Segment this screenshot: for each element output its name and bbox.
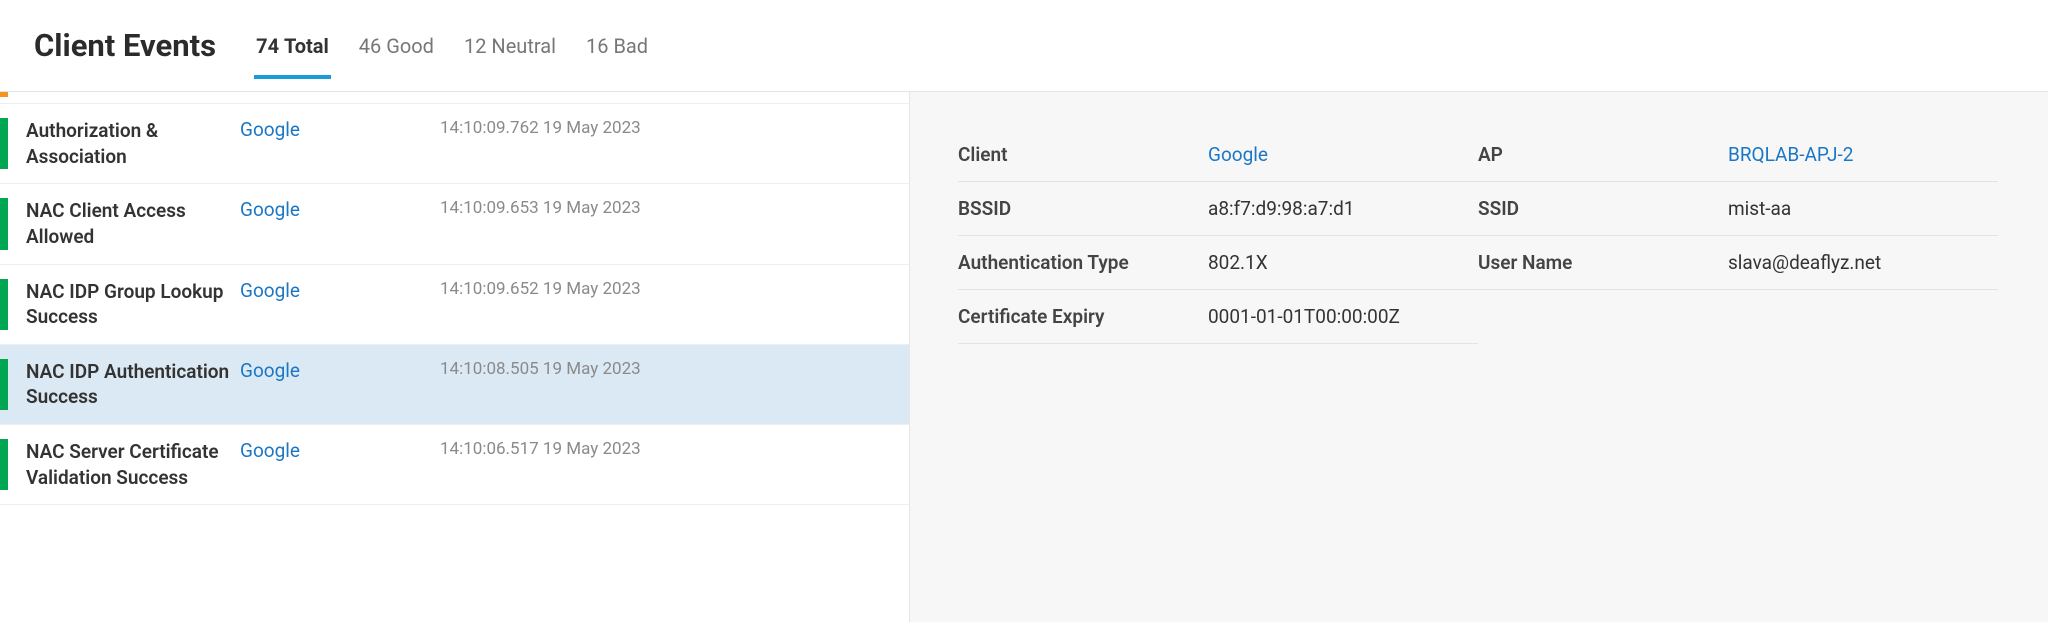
detail-value: mist-aa	[1728, 197, 1791, 220]
detail-label: BSSID	[958, 197, 1208, 220]
detail-value: 802.1X	[1208, 251, 1268, 274]
event-row[interactable]: NAC IDP Group Lookup Success Google 14:1…	[0, 265, 909, 345]
status-marker	[0, 92, 8, 97]
detail-row-ssid: SSID mist-aa	[1478, 182, 1998, 236]
event-timestamp: 14:10:09.762 19 May 2023	[440, 118, 641, 138]
event-name: NAC IDP Authentication Success	[26, 359, 240, 410]
detail-value-ap-link[interactable]: BRQLAB-APJ-2	[1728, 143, 1853, 166]
status-marker	[0, 198, 8, 249]
event-timestamp: 14:10:08.505 19 May 2023	[440, 359, 641, 379]
event-timestamp: 14:10:06.517 19 May 2023	[440, 439, 641, 459]
status-marker	[0, 279, 8, 330]
detail-value-client-link[interactable]: Google	[1208, 143, 1268, 166]
event-client-link[interactable]: Google	[240, 198, 440, 221]
detail-value: a8:f7:d9:98:a7:d1	[1208, 197, 1354, 220]
detail-row-cert-expiry: Certificate Expiry 0001-01-01T00:00:00Z	[958, 290, 1478, 344]
event-client-link[interactable]: Google	[240, 439, 440, 462]
event-client-link[interactable]: Google	[240, 118, 440, 141]
event-name: NAC Client Access Allowed	[26, 198, 240, 249]
event-row-selected[interactable]: NAC IDP Authentication Success Google 14…	[0, 345, 909, 425]
tab-total-label: Total	[284, 34, 329, 58]
header: Client Events 74 Total 46 Good 12 Neutra…	[0, 0, 2048, 92]
detail-value: slava@deaflyz.net	[1728, 251, 1881, 274]
event-timestamp: 14:10:09.652 19 May 2023	[440, 279, 641, 299]
event-row-partial[interactable]	[0, 92, 909, 104]
event-name: Authorization & Association	[26, 118, 240, 169]
tab-neutral-label: Neutral	[491, 34, 556, 58]
event-name: NAC Server Certificate Validation Succes…	[26, 439, 240, 490]
detail-row-bssid: BSSID a8:f7:d9:98:a7:d1	[958, 182, 1478, 236]
tab-neutral[interactable]: 12 Neutral	[462, 12, 558, 79]
tab-bad-label: Bad	[613, 34, 648, 58]
page-title: Client Events	[34, 27, 216, 64]
event-row[interactable]: NAC Server Certificate Validation Succes…	[0, 425, 909, 505]
event-timestamp: 14:10:09.653 19 May 2023	[440, 198, 641, 218]
detail-value: 0001-01-01T00:00:00Z	[1208, 305, 1400, 328]
event-list: Authorization & Association Google 14:10…	[0, 92, 910, 622]
detail-row-ap: AP BRQLAB-APJ-2	[1478, 128, 1998, 182]
detail-panel: Client Google BSSID a8:f7:d9:98:a7:d1 Au…	[910, 92, 2048, 622]
tab-good-count: 46	[359, 34, 381, 58]
event-name: NAC IDP Group Lookup Success	[26, 279, 240, 330]
event-client-link[interactable]: Google	[240, 359, 440, 382]
detail-row-user-name: User Name slava@deaflyz.net	[1478, 236, 1998, 290]
detail-label: Authentication Type	[958, 251, 1208, 274]
tab-bad[interactable]: 16 Bad	[584, 12, 650, 79]
detail-label: SSID	[1478, 197, 1728, 220]
tab-good[interactable]: 46 Good	[357, 12, 436, 79]
event-row[interactable]: Authorization & Association Google 14:10…	[0, 104, 909, 184]
tab-total-count: 74	[256, 34, 279, 58]
status-marker	[0, 439, 8, 490]
status-marker	[0, 359, 8, 410]
detail-row-auth-type: Authentication Type 802.1X	[958, 236, 1478, 290]
detail-label: Client	[958, 143, 1208, 166]
event-client-link[interactable]: Google	[240, 279, 440, 302]
tab-neutral-count: 12	[464, 34, 486, 58]
status-marker	[0, 118, 8, 169]
tab-total[interactable]: 74 Total	[254, 12, 331, 79]
detail-label: Certificate Expiry	[958, 305, 1208, 328]
detail-label: AP	[1478, 143, 1728, 166]
tabs: 74 Total 46 Good 12 Neutral 16 Bad	[254, 12, 650, 79]
detail-row-client: Client Google	[958, 128, 1478, 182]
tab-good-label: Good	[386, 34, 434, 58]
detail-label: User Name	[1478, 251, 1728, 274]
event-row[interactable]: NAC Client Access Allowed Google 14:10:0…	[0, 184, 909, 264]
tab-bad-count: 16	[586, 34, 608, 58]
